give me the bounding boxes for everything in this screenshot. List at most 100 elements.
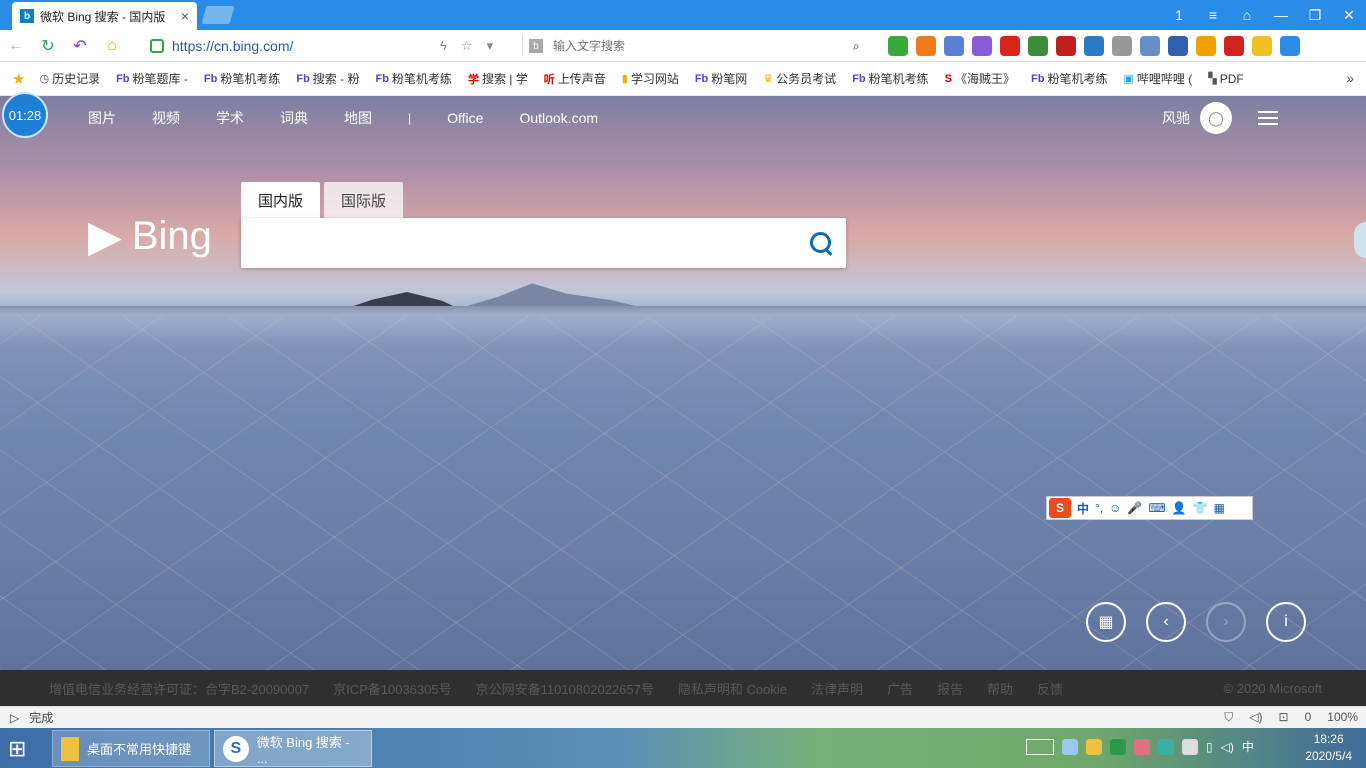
- zoom-level[interactable]: 100%: [1327, 710, 1358, 725]
- info-icon[interactable]: i: [1266, 602, 1306, 642]
- keyboard-icon[interactable]: ⌨: [1148, 501, 1165, 515]
- search-input[interactable]: [257, 230, 797, 256]
- bing-search-engine-icon[interactable]: b: [529, 39, 543, 53]
- previous-image-icon[interactable]: ‹: [1146, 602, 1186, 642]
- nav-maps[interactable]: 地图: [344, 108, 372, 128]
- hamburger-menu-icon[interactable]: [1258, 111, 1278, 125]
- user-icon[interactable]: 👤: [1172, 501, 1187, 515]
- bookmark-item[interactable]: Fb 粉笔题库 -: [108, 70, 196, 87]
- skin-icon[interactable]: ⌂: [1230, 7, 1264, 23]
- nav-videos[interactable]: 视频: [152, 108, 180, 128]
- download-helper-icon[interactable]: [1168, 36, 1188, 56]
- tab-international[interactable]: 国际版: [324, 182, 404, 218]
- box-icon[interactable]: [1112, 36, 1132, 56]
- skin-shirt-icon[interactable]: 👕: [1193, 501, 1208, 515]
- more-icon[interactable]: [1252, 36, 1272, 56]
- claw-icon[interactable]: [1196, 36, 1216, 56]
- bookmark-item[interactable]: ▚ PDF: [1200, 72, 1251, 86]
- tab-bing[interactable]: b 微软 Bing 搜索 - 国内版 ×: [12, 2, 197, 30]
- footer-privacy[interactable]: 隐私声明和 Cookie: [678, 679, 787, 698]
- adblock-icon[interactable]: [1056, 36, 1076, 56]
- clock[interactable]: 18:26 2020/5/4: [1305, 731, 1352, 765]
- volume-icon[interactable]: ◁): [1221, 740, 1234, 754]
- bookmark-item[interactable]: Fb 粉笔机考练: [367, 70, 459, 87]
- bookmark-item[interactable]: ♛ 公务员考试: [755, 70, 844, 87]
- minimize-button[interactable]: —: [1264, 7, 1298, 23]
- bookmark-item[interactable]: Fb 粉笔机考练: [844, 70, 936, 87]
- search-icon[interactable]: [808, 230, 834, 256]
- maximize-button[interactable]: ❐: [1298, 7, 1332, 24]
- bookmark-item[interactable]: Fb 搜索 - 粉: [288, 70, 367, 87]
- reload-icon[interactable]: ↻: [32, 36, 64, 56]
- emoji-icon[interactable]: ☺: [1109, 501, 1121, 515]
- tray-app-icon[interactable]: [1182, 738, 1198, 755]
- back-icon[interactable]: ←: [0, 37, 32, 55]
- nav-outlook[interactable]: Outlook.com: [519, 110, 598, 126]
- timer-badge[interactable]: 01:28: [2, 92, 48, 138]
- bookmark-item[interactable]: S 《海贼王》: [937, 70, 1023, 87]
- tray-app-icon[interactable]: [1134, 738, 1150, 755]
- security-icon[interactable]: ⛉: [1224, 710, 1233, 725]
- bookmarks-overflow-icon[interactable]: »: [1346, 70, 1354, 86]
- favorites-star-icon[interactable]: ★: [12, 70, 25, 88]
- pen-icon[interactable]: [972, 36, 992, 56]
- lightning-icon[interactable]: ϟ: [440, 38, 447, 54]
- windows-start-icon[interactable]: ⊞: [8, 736, 38, 762]
- feather-icon[interactable]: [1140, 36, 1160, 56]
- browser-search-input[interactable]: [553, 39, 843, 53]
- bookmark-item[interactable]: ▮ 学习网站: [614, 70, 687, 87]
- microphone-icon[interactable]: 🎤: [1127, 501, 1142, 515]
- nav-dictionary[interactable]: 词典: [280, 108, 308, 128]
- apps-grid-icon[interactable]: [888, 36, 908, 56]
- star-icon[interactable]: ☆: [461, 38, 473, 54]
- undo-icon[interactable]: ↶: [64, 36, 96, 56]
- bookmark-item[interactable]: 听上传声音: [536, 70, 614, 87]
- footer-ads[interactable]: 广告: [887, 679, 913, 698]
- menu-icon[interactable]: ≡: [1196, 7, 1230, 23]
- bookmark-item[interactable]: Fb 粉笔机考练: [1023, 70, 1115, 87]
- block-icon[interactable]: [1224, 36, 1244, 56]
- nav-office[interactable]: Office: [447, 110, 483, 126]
- infinity-icon[interactable]: [916, 36, 936, 56]
- nav-academic[interactable]: 学术: [216, 108, 244, 128]
- tab-close-icon[interactable]: ×: [181, 8, 189, 24]
- bookmark-item[interactable]: ▣ 哔哩哔哩 (: [1115, 70, 1200, 87]
- taskbar-folder[interactable]: 桌面不常用快捷键: [52, 730, 210, 767]
- bookmark-item[interactable]: 学搜索 | 学: [460, 70, 536, 87]
- footer-help[interactable]: 帮助: [987, 679, 1013, 698]
- home-icon[interactable]: ⌂: [96, 37, 128, 55]
- url-text[interactable]: https://cn.bing.com/: [172, 38, 293, 54]
- next-image-icon[interactable]: ›: [1206, 602, 1246, 642]
- blocked-count[interactable]: 0: [1305, 710, 1312, 725]
- tray-app-icon[interactable]: [1110, 738, 1126, 755]
- dropdown-icon[interactable]: ▾: [487, 38, 494, 54]
- sogou-ime-icon[interactable]: S: [1049, 498, 1071, 518]
- ime-indicator[interactable]: 中: [1242, 738, 1254, 755]
- tab-count-icon[interactable]: 1: [1162, 7, 1196, 23]
- volume-icon[interactable]: ◁): [1249, 710, 1262, 725]
- globe-icon[interactable]: [1028, 36, 1048, 56]
- close-window-button[interactable]: ✕: [1332, 7, 1366, 24]
- footer-feedback[interactable]: 反馈: [1037, 679, 1063, 698]
- side-panel-tab[interactable]: [1354, 222, 1366, 258]
- magnifier-icon[interactable]: ⌕: [853, 39, 860, 54]
- keyboard-icon[interactable]: [1026, 738, 1054, 755]
- download-status-icon[interactable]: ⊡: [1279, 710, 1289, 725]
- footer-report[interactable]: 报告: [937, 679, 963, 698]
- footer-police[interactable]: 京公网安备11010802022657号: [476, 679, 654, 698]
- punctuation-icon[interactable]: °,: [1095, 501, 1103, 515]
- ime-chinese-mode[interactable]: 中: [1077, 500, 1089, 517]
- new-tab-button[interactable]: [201, 6, 235, 24]
- toolbox-icon[interactable]: ▦: [1214, 501, 1225, 515]
- footer-icp[interactable]: 京ICP备10036305号: [333, 679, 452, 698]
- video-icon[interactable]: [1000, 36, 1020, 56]
- download-icon[interactable]: [1280, 36, 1300, 56]
- user-area[interactable]: 风驰 ◯: [1162, 102, 1232, 134]
- nav-images[interactable]: 图片: [88, 108, 116, 128]
- footer-license[interactable]: 增值电信业务经营许可证：合字B2-20090007: [49, 679, 309, 698]
- crop-icon[interactable]: [944, 36, 964, 56]
- tray-app-icon[interactable]: [1086, 738, 1102, 755]
- tray-app-icon[interactable]: [1158, 738, 1174, 755]
- network-icon[interactable]: ▯: [1206, 740, 1213, 754]
- footer-legal[interactable]: 法律声明: [811, 679, 863, 698]
